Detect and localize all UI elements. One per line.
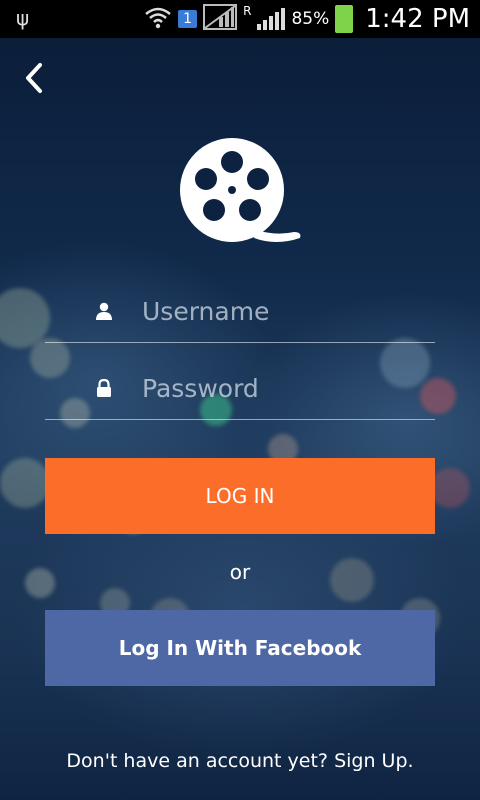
film-reel-icon [180, 138, 301, 242]
film-reel-logo [176, 134, 304, 246]
clock: 1:42 PM [365, 4, 470, 34]
username-field [45, 280, 435, 343]
facebook-login-button[interactable]: Log In With Facebook [45, 610, 435, 686]
wifi-icon [144, 5, 172, 33]
password-input[interactable] [140, 369, 424, 407]
user-icon [96, 302, 112, 320]
status-bar: ψ 1 R 85% 1:42 PM [0, 0, 480, 38]
signup-link[interactable]: Sign Up. [334, 750, 414, 772]
login-button[interactable]: LOG IN [45, 458, 435, 534]
no-signal-icon [203, 3, 238, 35]
status-bar-right: 1 R 85% 1:42 PM [144, 0, 470, 38]
chevron-left-icon [26, 63, 42, 93]
battery-charging-icon [335, 5, 354, 33]
battery-percent: 85% [291, 9, 330, 29]
sim-slot-badge: 1 [178, 10, 198, 28]
signup-prompt-text: Don't have an account yet? [66, 750, 329, 772]
username-input[interactable] [140, 292, 424, 330]
lock-icon [97, 379, 111, 397]
or-divider-label: or [229, 560, 251, 584]
back-button[interactable] [16, 58, 52, 98]
usb-icon: ψ [16, 6, 30, 30]
signal-icon [257, 8, 286, 30]
roaming-indicator: R [243, 4, 252, 18]
signup-prompt: Don't have an account yet? Sign Up. [0, 750, 480, 772]
password-field [45, 357, 435, 420]
